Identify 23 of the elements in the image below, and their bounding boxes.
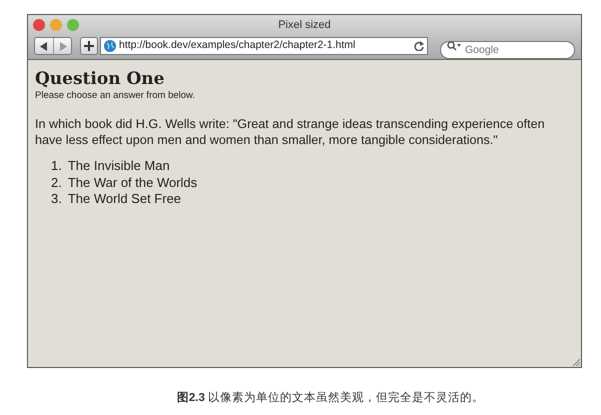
figure-caption: 图2.3 以像素为单位的文本虽然美观，但完全是不灵活的。: [176, 390, 486, 406]
search-field[interactable]: Google: [440, 41, 575, 59]
list-number: 2.: [51, 174, 62, 191]
resize-grip-icon[interactable]: [572, 358, 580, 366]
window-title: Pixel sized: [278, 18, 331, 33]
search-icon: [447, 41, 461, 51]
forward-arrow-icon: [58, 42, 66, 50]
close-button[interactable]: [33, 19, 45, 31]
list-number: 1.: [51, 158, 62, 175]
back-arrow-icon: [40, 42, 48, 50]
question-text: In which book did H.G. Wells write: "Great and strange ideas transcending experience often have less effect upon men and women than smaller, more tangible considerations.": [35, 116, 546, 148]
address-field[interactable]: http://book.dev/examples/chapter2/chapter2-1.html: [100, 37, 428, 55]
answer-option: The War of the Worlds: [68, 174, 198, 191]
list-number: 3.: [51, 190, 62, 208]
plus-icon: [84, 41, 94, 51]
reload-icon[interactable]: [414, 41, 424, 51]
zoom-button[interactable]: [67, 19, 79, 31]
answer-option: The World Set Free: [68, 190, 182, 208]
instruction-text: Please choose an answer from below.: [35, 88, 196, 103]
globe-icon: [104, 40, 116, 52]
question-heading: Question One: [35, 70, 166, 89]
answer-option: The Invisible Man: [68, 158, 170, 175]
add-bookmark-button[interactable]: [80, 37, 98, 55]
